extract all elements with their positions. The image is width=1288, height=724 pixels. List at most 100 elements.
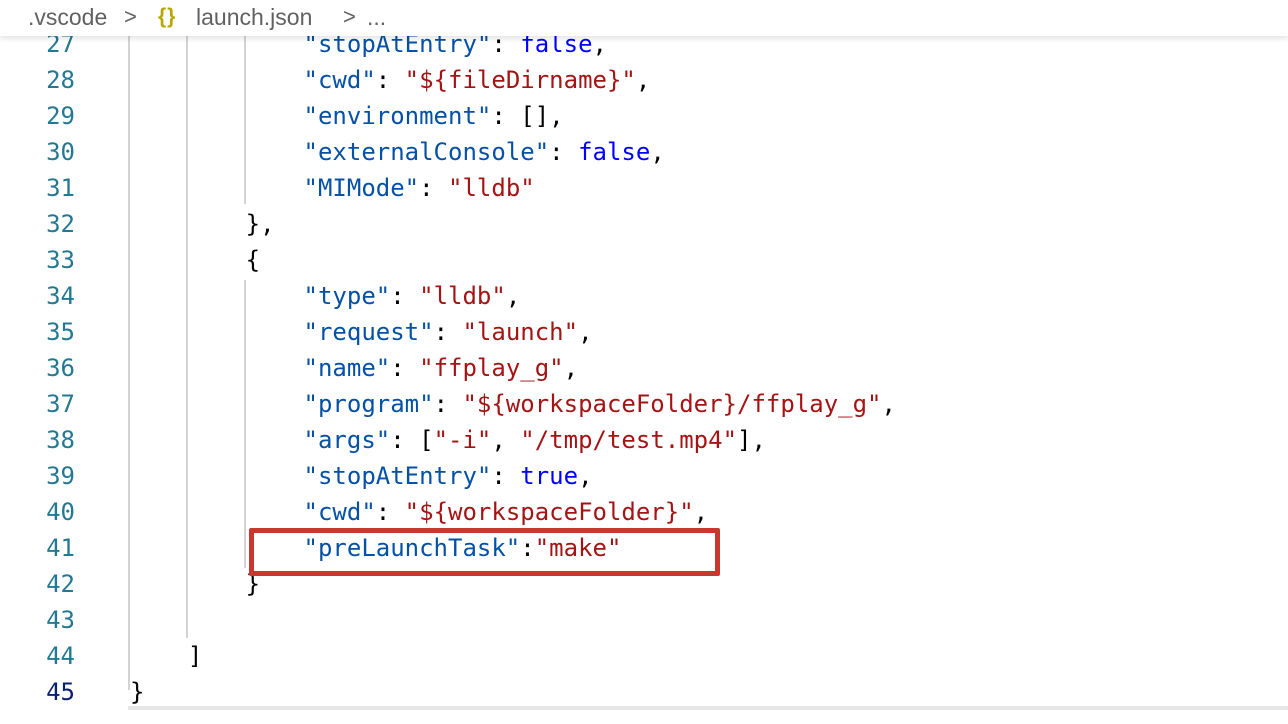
code-line[interactable]: 37 "program": "${workspaceFolder}/ffplay_… [0, 386, 1288, 422]
code-line[interactable]: 44] [0, 638, 1288, 674]
line-number: 28 [46, 66, 75, 94]
code-token: , [635, 66, 651, 94]
breadcrumb-folder[interactable]: .vscode [28, 3, 107, 31]
code-text: "externalConsole": false, [304, 134, 665, 170]
code-line[interactable]: 43 [0, 602, 1288, 638]
code-text: "cwd": "${fileDirname}", [304, 62, 651, 98]
code-token: : [375, 498, 405, 526]
breadcrumb-more[interactable]: ... [367, 3, 386, 31]
chevron-right-icon: > [343, 4, 356, 29]
code-token: "cwd" [303, 498, 376, 526]
code-text: "request": "launch", [304, 314, 593, 350]
code-text: "stopAtEntry": true, [304, 458, 593, 494]
code-line[interactable]: 33 { [0, 242, 1288, 278]
code-token: ] [187, 642, 203, 670]
code-line[interactable]: 31 "MIMode": "lldb" [0, 170, 1288, 206]
code-token: "/tmp/test.mp4" [520, 426, 738, 454]
code-token: "stopAtEntry" [303, 462, 492, 490]
code-token: "MIMode" [303, 174, 420, 202]
code-token: : [390, 282, 420, 310]
code-token: "${workspaceFolder}/ffplay_g" [462, 390, 882, 418]
code-text: }, [246, 206, 275, 242]
code-line[interactable]: 29 "environment": [], [0, 98, 1288, 134]
line-number: 33 [46, 246, 75, 274]
editor-window: .vscode > {} launch.json > ... 27 "stopAt… [0, 0, 1288, 724]
line-number: 39 [46, 462, 75, 490]
code-text: "args": ["-i", "/tmp/test.mp4"], [304, 422, 766, 458]
code-text: "cwd": "${workspaceFolder}", [304, 494, 709, 530]
code-line[interactable]: 32}, [0, 206, 1288, 242]
code-token: "request" [303, 318, 434, 346]
code-token: "cwd" [303, 66, 376, 94]
line-number: 35 [46, 318, 75, 346]
code-text: "environment": [], [304, 98, 564, 134]
code-text: } [130, 674, 144, 710]
code-token: , [881, 390, 896, 418]
code-token: "args" [303, 426, 391, 454]
code-text: ] [188, 638, 202, 674]
line-number: 41 [46, 534, 75, 562]
code-token: "${fileDirname}" [404, 66, 636, 94]
code-line[interactable]: 28 "cwd": "${fileDirname}", [0, 62, 1288, 98]
code-token: "program" [303, 390, 434, 418]
json-file-icon: {} [158, 5, 177, 28]
code-token: "environment" [303, 102, 492, 130]
line-number: 37 [46, 390, 75, 418]
code-token: "name" [303, 354, 391, 382]
code-text: "name": "ffplay_g", [304, 350, 579, 386]
line-number: 43 [46, 606, 75, 634]
code-line[interactable]: 30 "externalConsole": false, [0, 134, 1288, 170]
code-token: : [ [390, 426, 434, 454]
line-number: 32 [46, 210, 75, 238]
line-number: 29 [46, 102, 75, 130]
code-token: , [578, 318, 593, 346]
code-token: : [], [491, 102, 564, 130]
code-line[interactable]: 40 "cwd": "${workspaceFolder}", [0, 494, 1288, 530]
code-token: "externalConsole" [303, 138, 550, 166]
code-token: "type" [303, 282, 391, 310]
line-number: 44 [46, 642, 75, 670]
code-token: } [130, 678, 145, 706]
line-number: 36 [46, 354, 75, 382]
code-token: : [433, 318, 463, 346]
code-text: { [246, 242, 260, 278]
code-token: , [563, 354, 579, 382]
code-line[interactable]: 36 "name": "ffplay_g", [0, 350, 1288, 386]
code-token: "launch" [462, 318, 579, 346]
code-token: , [650, 138, 665, 166]
code-line[interactable]: 39 "stopAtEntry": true, [0, 458, 1288, 494]
code-editor[interactable]: 27 "stopAtEntry": false, 28 "cwd": "${fileD… [0, 0, 1288, 724]
code-line[interactable]: 38 "args": ["-i", "/tmp/test.mp4"], [0, 422, 1288, 458]
code-token: }, [245, 210, 275, 238]
code-token: : [549, 138, 579, 166]
breadcrumb: .vscode > {} launch.json > ... [0, 0, 1288, 36]
line-number: 34 [46, 282, 75, 310]
code-token: ], [737, 426, 766, 454]
code-line[interactable]: 45} [0, 674, 1288, 710]
breadcrumb-file[interactable]: launch.json [196, 3, 312, 31]
code-token: , [693, 498, 709, 526]
code-line[interactable]: 35 "request": "launch", [0, 314, 1288, 350]
code-token: : [375, 66, 405, 94]
code-token: : [390, 354, 420, 382]
code-token: true [520, 462, 579, 490]
code-token: "lldb" [419, 282, 506, 310]
code-token: , [491, 426, 521, 454]
highlight-box [249, 528, 720, 576]
code-token: false [578, 138, 651, 166]
code-token: , [505, 282, 521, 310]
code-text: "MIMode": "lldb" [304, 170, 535, 206]
code-line[interactable]: 34 "type": "lldb", [0, 278, 1288, 314]
line-number: 38 [46, 426, 75, 454]
line-number: 42 [46, 570, 75, 598]
code-token: "${workspaceFolder}" [404, 498, 694, 526]
code-token: "-i" [433, 426, 492, 454]
code-token: { [245, 246, 261, 274]
chevron-right-icon: > [124, 4, 137, 29]
code-token: , [578, 462, 593, 490]
line-number: 31 [46, 174, 75, 202]
code-token: "lldb" [448, 174, 535, 202]
line-number: 45 [46, 678, 75, 706]
code-token: : [419, 174, 449, 202]
code-token: "ffplay_g" [419, 354, 564, 382]
